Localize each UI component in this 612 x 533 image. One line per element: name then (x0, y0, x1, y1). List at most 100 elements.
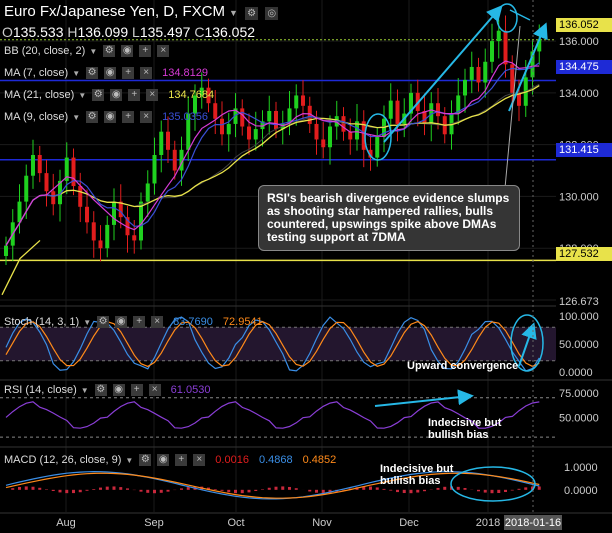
price-label-yellow: 127.532 (556, 247, 612, 261)
macd-hist-bar (517, 488, 521, 490)
macd-hist-bar (51, 489, 55, 492)
time-label: Dec (399, 517, 419, 529)
macd-hist-bar (510, 489, 514, 491)
add-icon[interactable]: + (128, 89, 141, 101)
crosshair-date-label: 2018-01-16 (505, 517, 561, 529)
close-icon[interactable]: × (140, 111, 153, 123)
candle-body (159, 131, 164, 155)
gear-icon[interactable]: ⚙ (103, 45, 116, 57)
gear-icon[interactable]: ⚙ (139, 454, 152, 466)
stoch-tick-label: 100.000 (559, 311, 599, 323)
add-icon[interactable]: + (122, 67, 135, 79)
eye-icon[interactable]: ◉ (121, 45, 134, 57)
indicator-bb[interactable]: BB (20, close, 2) ▼ ⚙ ◉ + × (4, 45, 170, 57)
macd-hist-bar (274, 486, 278, 490)
price-tick-label: 130.000 (559, 191, 599, 203)
candle-body (395, 100, 400, 124)
gear-icon[interactable]: ⚙ (97, 316, 110, 328)
add-icon[interactable]: + (122, 111, 135, 123)
macd-hist-bar (524, 487, 528, 490)
add-icon[interactable]: + (139, 45, 152, 57)
trend-arrow-up (383, 4, 503, 143)
macd-hist-bar (65, 489, 69, 494)
candle-body (247, 126, 251, 140)
gear-icon[interactable]: ⚙ (92, 89, 105, 101)
eye-icon[interactable]: ◉ (157, 454, 170, 466)
stoch-annotation: Upward convergence (407, 360, 519, 372)
indicator-stoch[interactable]: Stoch (14, 3, 1) ▼ ⚙ ◉ + × 83.7690 72.9541 (4, 316, 263, 328)
candle-body (37, 155, 42, 174)
macd-hist-bar (38, 487, 42, 490)
candle-body (17, 201, 22, 223)
macd-hist-bar (58, 489, 62, 493)
close-icon[interactable]: × (146, 89, 159, 101)
indicator-macd[interactable]: MACD (12, 26, close, 9) ▼ ⚙ ◉ + × 0.0016 0.4… (4, 454, 336, 466)
gear-icon[interactable]: ⚙ (86, 67, 99, 79)
add-icon[interactable]: + (130, 384, 143, 396)
macd-hist-bar (112, 486, 116, 490)
candle-body (44, 173, 49, 192)
macd-hist-bar (416, 489, 420, 493)
candle-body (139, 201, 143, 241)
candle-body (240, 108, 245, 127)
gear-icon[interactable]: ⚙ (86, 111, 99, 123)
eye-icon[interactable]: ◎ (265, 7, 279, 20)
close-icon[interactable]: × (140, 67, 153, 79)
ma7-value: 134.8129 (162, 67, 208, 79)
macd-tick-label: 1.0000 (564, 462, 598, 474)
macd-hist-bar (254, 489, 258, 491)
macd-hist-bar (396, 489, 399, 493)
close-icon[interactable]: × (148, 384, 161, 396)
analysis-note: RSI's bearish divergence evidence slumps… (258, 185, 520, 251)
macd-hist-bar (105, 486, 109, 490)
macd-hist-bar (477, 489, 480, 492)
macd-hist-bar (78, 489, 82, 493)
gear-icon[interactable]: ⚙ (245, 7, 259, 20)
indicator-ma9[interactable]: MA (9, close) ▼ ⚙ ◉ + × 135.0356 (4, 111, 208, 123)
candle-body (274, 110, 278, 130)
candle-body (24, 175, 29, 202)
candle-body (98, 240, 103, 249)
macd-hist-bar (220, 489, 224, 491)
candle-body (112, 201, 116, 225)
price-label-current: 136.052 (556, 18, 612, 32)
gear-icon[interactable]: ⚙ (94, 384, 107, 396)
indicator-ma7[interactable]: MA (7, close) ▼ ⚙ ◉ + × 134.8129 (4, 67, 208, 79)
close-icon[interactable]: × (151, 316, 164, 328)
macd-hist-bar (456, 486, 460, 490)
candle-body (375, 136, 380, 158)
close-icon[interactable]: × (157, 45, 170, 57)
macd-hist-bar (261, 489, 264, 490)
candle-body (436, 103, 440, 117)
stoch-tick-label: 0.0000 (559, 367, 593, 379)
time-label: Aug (56, 517, 76, 529)
macd-hist-bar (240, 489, 244, 494)
macd-hist-bar (213, 489, 217, 490)
candle-body (172, 149, 177, 171)
candle-body (152, 155, 157, 184)
chart-title: Euro Fx/Japanese Yen, D, FXCM ▼ ⚙ ◎ (4, 3, 279, 20)
stoch-k-value: 83.7690 (173, 316, 213, 328)
macd-hist-bar (497, 489, 501, 493)
macd-hist-bar (267, 487, 271, 490)
add-icon[interactable]: + (133, 316, 146, 328)
macd-tick-label: 0.0000 (564, 485, 598, 497)
ma9-value: 135.0356 (162, 111, 208, 123)
eye-icon[interactable]: ◉ (115, 316, 128, 328)
price-tick-label: 134.000 (559, 88, 599, 100)
indicator-rsi[interactable]: RSI (14, close) ▼ ⚙ ◉ + × 61.0530 (4, 384, 210, 396)
candle-body (321, 139, 326, 148)
eye-icon[interactable]: ◉ (104, 111, 117, 123)
chevron-down-icon[interactable]: ▼ (229, 8, 238, 18)
candle-body (78, 186, 83, 207)
macd-hist-bar (490, 489, 494, 494)
add-icon[interactable]: + (175, 454, 188, 466)
eye-icon[interactable]: ◉ (112, 384, 125, 396)
eye-icon[interactable]: ◉ (110, 89, 123, 101)
macd-hist-bar (504, 489, 507, 493)
price-tick-label: 136.000 (559, 36, 599, 48)
candle-body (328, 126, 332, 148)
indicator-ma21[interactable]: MA (21, close) ▼ ⚙ ◉ + × 134.7684 (4, 89, 214, 101)
close-icon[interactable]: × (193, 454, 206, 466)
eye-icon[interactable]: ◉ (104, 67, 117, 79)
